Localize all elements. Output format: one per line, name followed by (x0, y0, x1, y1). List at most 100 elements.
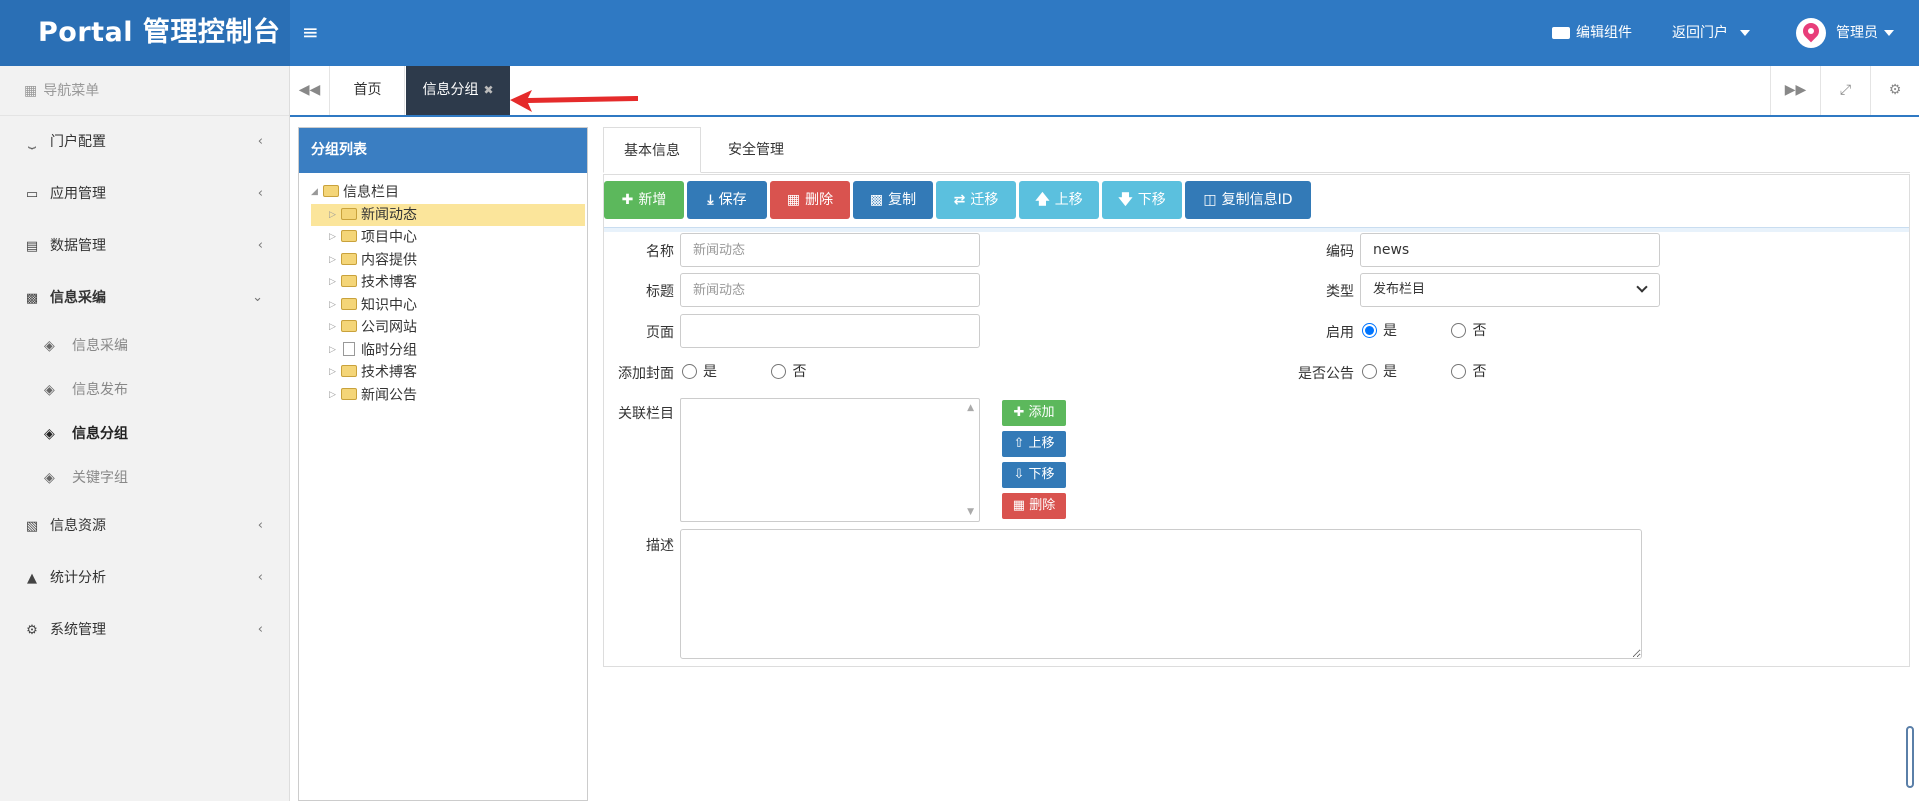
sidebar-subitem-info-publish[interactable]: ◈ 信息发布 (0, 368, 289, 412)
move-up-button[interactable]: 🡅 上移 (1019, 181, 1099, 219)
close-icon[interactable]: ✖ (483, 83, 493, 97)
plus-icon: ✚ (1013, 405, 1029, 420)
tree-node-label: 知识中心 (361, 296, 417, 313)
enable-yes-radio[interactable]: 是 (1362, 322, 1397, 339)
gear-icon[interactable]: ⚙ (1870, 66, 1919, 115)
delete-button-label: 删除 (805, 192, 834, 208)
tree-node[interactable]: ▷ 技术博客 (311, 271, 587, 294)
radio-input[interactable] (1362, 363, 1377, 379)
sidebar-subitem-keyword-group[interactable]: ◈ 关键字组 (0, 456, 289, 500)
collapse-icon[interactable]: ▷ (329, 339, 341, 362)
app-logo: Portal 管理控制台 (0, 0, 290, 66)
scroll-down-icon[interactable]: ▼ (967, 507, 974, 517)
type-select[interactable]: 发布栏目 (1360, 273, 1660, 307)
collapse-icon[interactable]: ▷ (329, 361, 341, 384)
copy-id-button[interactable]: ◫ 复制信息ID (1185, 181, 1311, 219)
desc-label: 描述 (646, 538, 674, 554)
delete-button[interactable]: ▦ 删除 (770, 181, 850, 219)
fullscreen-icon[interactable]: ⤢ (1820, 66, 1870, 115)
radio-input[interactable] (771, 363, 787, 379)
cover-no-radio[interactable]: 否 (771, 363, 806, 380)
sidebar-item-system[interactable]: ⚙ 系统管理 ‹ (0, 604, 289, 656)
copy-button[interactable]: ▩ 复制 (853, 181, 933, 219)
related-delete-button[interactable]: ▦ 删除 (1002, 493, 1066, 519)
menu-toggle-icon[interactable]: ≡ (302, 20, 319, 44)
tree-node[interactable]: ▷ 内容提供 (311, 249, 587, 272)
move-down-button-label: 下移 (1137, 192, 1166, 208)
sidebar-item-data-manage[interactable]: ▤ 数据管理 ‹ (0, 220, 289, 272)
radio-input[interactable] (1362, 322, 1377, 338)
back-portal-dropdown[interactable]: 返回门户 (1672, 0, 1750, 66)
tree-root[interactable]: ◢ 信息栏目 (311, 181, 587, 204)
tab-basic-info[interactable]: 基本信息 (603, 127, 701, 173)
expand-icon[interactable]: ◢ (311, 181, 323, 204)
folder-icon (341, 365, 357, 378)
add-button[interactable]: ✚ 新增 (604, 181, 684, 219)
tab-info-group[interactable]: 信息分组 ✖ (406, 66, 510, 115)
tree-node[interactable]: ▷ 新闻动态 (311, 203, 585, 227)
sidebar-item-portal-config[interactable]: ⏟ 门户配置 ‹ (0, 116, 289, 168)
page-input[interactable] (680, 314, 980, 348)
collapse-icon[interactable]: ▷ (329, 271, 341, 294)
tree-node[interactable]: ▷ 临时分组 (311, 339, 587, 362)
sidebar-item-stats[interactable]: ▲ 统计分析 ‹ (0, 552, 289, 604)
form-box: ✚新增 ⤓保存 ▦删除 ▩复制 ⇄迁移 🡅上移 🡇下移 ◫复制信息ID 名称 编… (603, 174, 1910, 667)
radio-label: 否 (1472, 364, 1487, 380)
sidebar-item-info-resource[interactable]: ▧ 信息资源 ‹ (0, 500, 289, 552)
collapse-icon[interactable]: ▷ (329, 249, 341, 272)
page-scrollbar[interactable] (1906, 726, 1914, 788)
sidebar-subitem-info-group[interactable]: ◈ 信息分组 (0, 412, 289, 456)
related-add-button[interactable]: ✚ 添加 (1002, 400, 1066, 426)
content-tabs: 基本信息 安全管理 (603, 127, 1910, 173)
radio-label: 是 (703, 364, 717, 380)
desc-textarea[interactable] (680, 529, 1642, 659)
tree-node[interactable]: ▷ 公司网站 (311, 316, 587, 339)
collapse-icon[interactable]: ▷ (329, 294, 341, 317)
tab-scroll-right-icon[interactable]: ▶▶ (1770, 66, 1820, 115)
radio-label: 是 (1383, 364, 1397, 380)
enable-label: 启用 (1326, 325, 1354, 341)
save-button-label: 保存 (718, 192, 747, 208)
sidebar-item-app-manage[interactable]: ▭ 应用管理 ‹ (0, 168, 289, 220)
tab-scroll-left-icon[interactable]: ◀◀ (290, 66, 330, 115)
laptop-icon: ▭ (25, 187, 39, 202)
radio-input[interactable] (682, 363, 697, 379)
edit-widget-link[interactable]: 编辑组件 (1552, 0, 1632, 66)
sidebar-subitem-info-edit[interactable]: ◈ 信息采编 (0, 324, 289, 368)
title-input[interactable] (680, 273, 980, 307)
cover-yes-radio[interactable]: 是 (682, 363, 717, 380)
user-menu[interactable]: 管理员 (1796, 0, 1894, 66)
tab-home[interactable]: 首页 (331, 66, 405, 115)
move-down-button[interactable]: 🡇 下移 (1102, 181, 1182, 219)
tree-node[interactable]: ▷ 项目中心 (311, 226, 587, 249)
chevron-left-icon: ‹ (257, 570, 263, 585)
related-listbox[interactable]: ▲ ▼ (680, 398, 980, 522)
code-input[interactable] (1360, 233, 1660, 267)
related-down-button[interactable]: ⇩ 下移 (1002, 462, 1066, 488)
scroll-up-icon[interactable]: ▲ (967, 403, 974, 413)
folder-icon (341, 297, 357, 310)
sidebar-item-info-edit[interactable]: ▩ 信息采编 ⌄ (0, 272, 289, 324)
enable-no-radio[interactable]: 否 (1451, 322, 1486, 339)
notice-label: 是否公告 (1298, 366, 1354, 382)
collapse-icon[interactable]: ▷ (329, 226, 341, 249)
notice-yes-radio[interactable]: 是 (1362, 363, 1397, 380)
radio-input[interactable] (1451, 322, 1467, 338)
tree-node[interactable]: ▷ 知识中心 (311, 294, 587, 317)
tree-node[interactable]: ▷ 技术搏客 (311, 361, 587, 384)
related-up-button[interactable]: ⇧ 上移 (1002, 431, 1066, 457)
migrate-button[interactable]: ⇄ 迁移 (936, 181, 1016, 219)
folder-icon (341, 387, 357, 400)
collapse-icon[interactable]: ▷ (329, 316, 341, 339)
tab-security[interactable]: 安全管理 (708, 127, 804, 173)
folder-open-icon (323, 185, 339, 198)
save-button[interactable]: ⤓ 保存 (687, 181, 767, 219)
notice-no-radio[interactable]: 否 (1451, 363, 1487, 380)
avatar (1796, 18, 1826, 48)
name-input[interactable] (680, 233, 980, 267)
collapse-icon[interactable]: ▷ (329, 204, 341, 227)
tree-node[interactable]: ▷ 新闻公告 (311, 384, 587, 407)
radio-input[interactable] (1451, 363, 1467, 379)
sidebar-item-label: 信息资源 (50, 518, 106, 534)
collapse-icon[interactable]: ▷ (329, 384, 341, 407)
